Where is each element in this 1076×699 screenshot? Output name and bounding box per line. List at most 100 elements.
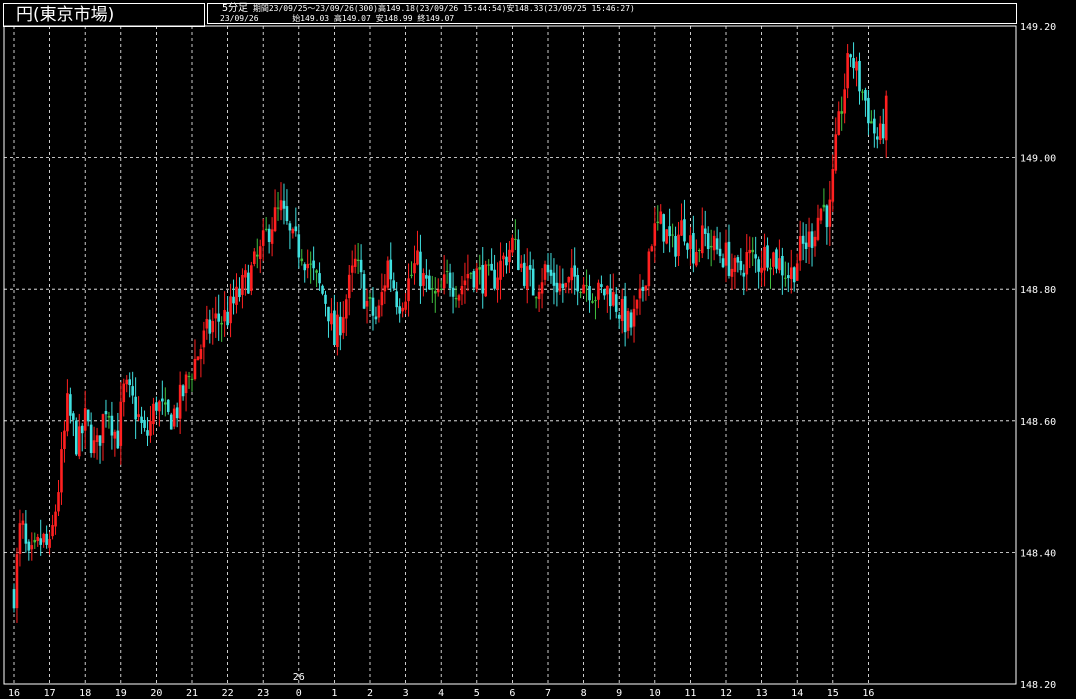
x-tick-label: 8	[581, 688, 587, 699]
candle-body	[261, 230, 265, 246]
candle-body	[784, 277, 787, 279]
candle-body	[356, 259, 360, 261]
candle-body	[647, 251, 651, 287]
candle-body	[700, 225, 704, 254]
candle-body	[220, 322, 223, 325]
x-tick-label: 19	[115, 688, 127, 699]
candle-body	[33, 539, 37, 543]
x-tick-label: 21	[186, 688, 198, 699]
candle-body	[469, 273, 473, 275]
candle-body	[250, 265, 253, 291]
candle-body	[757, 259, 760, 272]
candle-body	[125, 379, 129, 385]
candle-body	[425, 275, 428, 279]
candle-body	[876, 136, 879, 140]
y-tick-label: 149.00	[1020, 154, 1056, 165]
candle-body	[383, 285, 387, 292]
candle-body	[137, 414, 140, 417]
candle-body	[80, 425, 84, 434]
candle-body	[303, 264, 307, 271]
candle-body	[54, 511, 57, 527]
candle-body	[211, 320, 215, 333]
candle-body	[668, 226, 671, 237]
candle-body	[247, 272, 250, 294]
candle-body	[362, 273, 366, 309]
x-tick-label: 2	[367, 688, 373, 699]
candle-body	[95, 435, 99, 443]
x-tick-label: 3	[403, 688, 409, 699]
candle-body	[238, 288, 241, 298]
candle-body	[327, 306, 330, 322]
x-tick-label: 16	[8, 688, 20, 699]
candle-body	[359, 259, 363, 273]
candle-body	[873, 118, 876, 134]
candle-body	[253, 251, 256, 264]
candle-body	[178, 384, 182, 419]
x-tick-label: 18	[79, 688, 91, 699]
x-tick-label: 0	[296, 688, 302, 699]
candle-body	[232, 296, 235, 304]
candle-body	[30, 545, 34, 550]
candle-body	[300, 258, 304, 262]
x-tick-label: 13	[756, 688, 768, 699]
candle-body	[692, 233, 695, 264]
candle-body	[223, 310, 226, 322]
candle-body	[119, 401, 123, 446]
candle-body	[273, 207, 277, 232]
candle-body	[552, 272, 556, 286]
y-tick-label: 148.20	[1020, 680, 1056, 691]
candle-body	[549, 269, 553, 276]
candle-body	[122, 383, 126, 403]
candle-body	[380, 292, 384, 306]
candle-body	[57, 492, 60, 512]
candle-body	[279, 200, 283, 211]
candle-body	[698, 250, 701, 252]
x-tick-label: 6	[509, 688, 515, 699]
candle-body	[401, 307, 404, 312]
candle-body	[45, 533, 48, 545]
candle-body	[561, 283, 565, 288]
candle-body	[21, 520, 25, 525]
x-tick-label: 9	[616, 688, 622, 699]
candle-body	[291, 228, 295, 234]
candle-body	[508, 249, 511, 263]
candle-body	[606, 285, 609, 295]
candle-body	[255, 254, 259, 257]
candle-body	[306, 263, 309, 269]
candle-body	[309, 263, 312, 265]
candle-body	[77, 426, 81, 457]
candle-body	[294, 226, 298, 232]
candle-body	[258, 246, 262, 259]
candle-body	[585, 285, 588, 287]
candle-body	[864, 89, 867, 101]
candle-body	[436, 289, 440, 293]
candle-body	[638, 288, 642, 299]
candle-body	[626, 310, 630, 331]
candle-body	[493, 269, 496, 289]
candle-body	[487, 264, 490, 266]
candle-body	[214, 313, 218, 319]
candle-body	[333, 310, 336, 346]
candle-body	[846, 53, 849, 89]
candle-body	[368, 296, 372, 299]
candle-body	[490, 263, 493, 271]
candlestick-chart: 149.20149.00148.80148.60148.40148.2016 17…	[3, 22, 1056, 699]
candle-body	[297, 234, 301, 258]
candle-body	[531, 268, 535, 296]
candle-body	[270, 229, 274, 244]
candle-body	[18, 523, 22, 554]
candle-body	[665, 229, 668, 244]
x-tick-label: 15	[827, 688, 839, 699]
candle-body	[208, 319, 212, 334]
candle-body	[502, 255, 505, 260]
candle-body	[635, 299, 639, 309]
candle-body	[101, 414, 105, 444]
candle-body	[778, 258, 781, 271]
candle-body	[840, 111, 843, 114]
candle-body	[804, 242, 808, 250]
candle-body	[51, 525, 54, 537]
candle-body	[505, 256, 508, 266]
candle-body	[190, 378, 194, 380]
x-tick-label: 1	[331, 688, 337, 699]
candle-body	[567, 276, 571, 283]
